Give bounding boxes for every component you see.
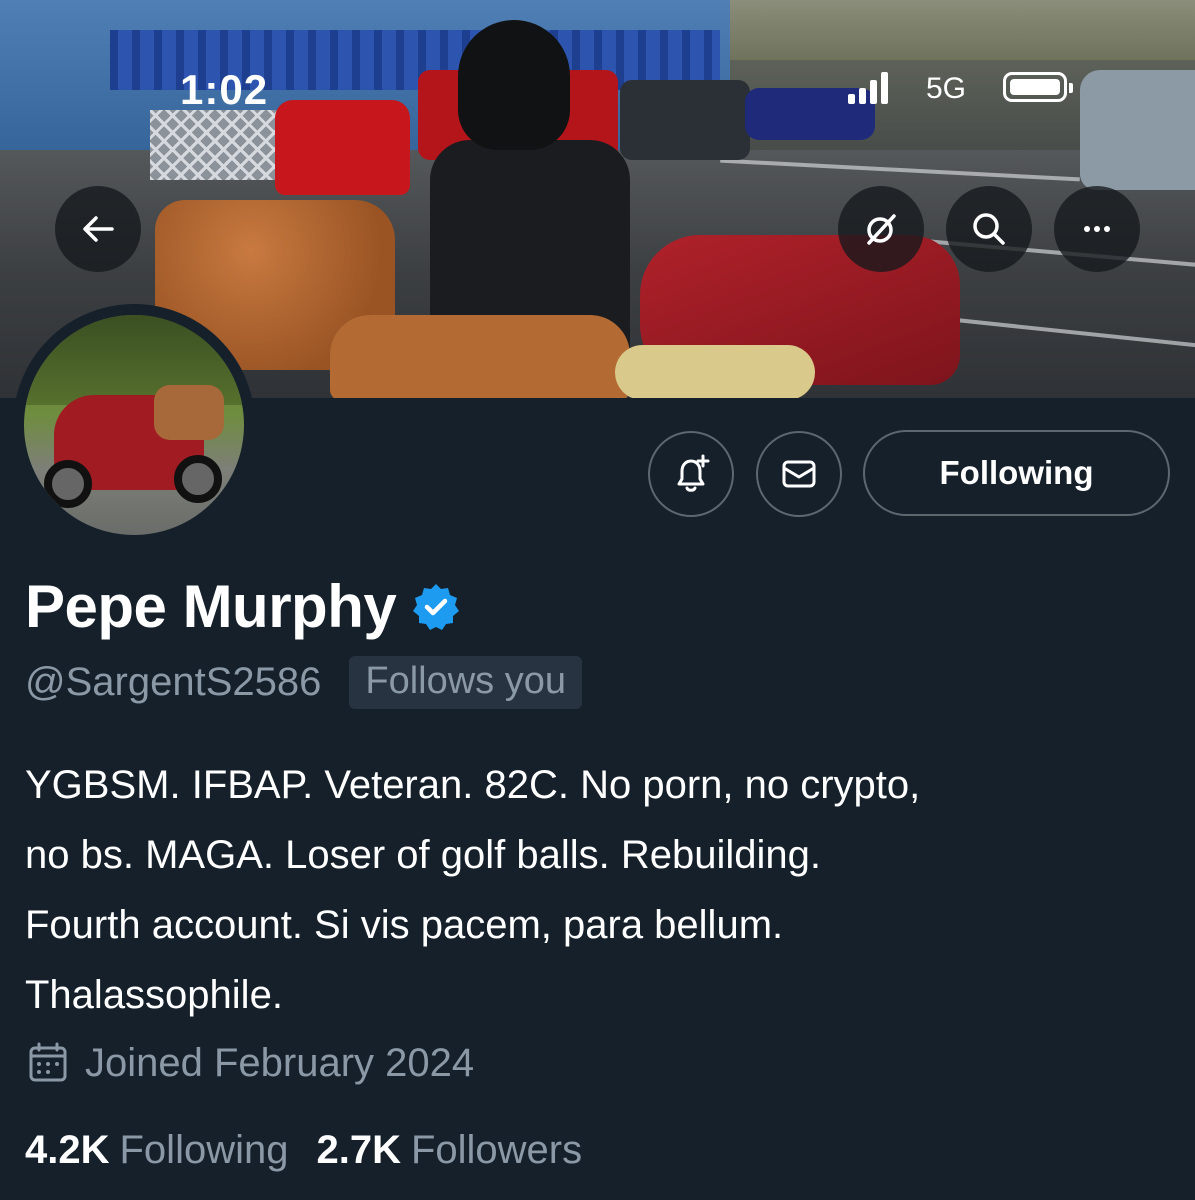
- network-label: 5G: [926, 72, 967, 105]
- follows-you-badge: Follows you: [349, 656, 583, 709]
- handle-row: @SargentS2586 Follows you: [25, 656, 583, 709]
- mail-icon: [782, 460, 816, 488]
- calendar-icon: [29, 1042, 67, 1082]
- followers-stat[interactable]: 2.7K Followers: [316, 1128, 582, 1173]
- banner-helmet: [458, 20, 570, 150]
- display-name: Pepe Murphy: [25, 573, 397, 640]
- name-row: Pepe Murphy: [25, 572, 462, 641]
- banner-sky: [700, 0, 1195, 60]
- bio-line: Fourth account. Si vis pacem, para bellu…: [25, 903, 784, 947]
- bell-plus-icon: [677, 454, 710, 492]
- joined-date: Joined February 2024: [85, 1040, 475, 1085]
- followers-count: 2.7K: [316, 1128, 401, 1172]
- bio-line: Thalassophile.: [25, 973, 283, 1017]
- grok-button[interactable]: [838, 186, 924, 272]
- joined-row: Joined February 2024: [25, 1040, 474, 1086]
- banner-fuel-tank: [615, 345, 815, 398]
- signal-icon: [848, 70, 888, 104]
- verified-badge-icon[interactable]: [410, 581, 462, 633]
- following-button[interactable]: Following: [863, 430, 1170, 516]
- notifications-button[interactable]: [648, 431, 734, 517]
- arrow-left-icon: [83, 216, 114, 242]
- more-horizontal-icon: [1084, 226, 1110, 232]
- status-time: 1:02: [180, 66, 269, 113]
- grok-icon: [867, 214, 896, 245]
- search-icon: [973, 213, 1005, 245]
- avatar-rear-wheel: [174, 455, 222, 503]
- more-button[interactable]: [1054, 186, 1140, 272]
- follow-stats: 4.2K Following 2.7K Followers: [25, 1128, 582, 1173]
- search-button[interactable]: [946, 186, 1032, 272]
- message-button[interactable]: [756, 431, 842, 517]
- avatar[interactable]: [24, 315, 244, 535]
- banner-lattice: [150, 110, 280, 180]
- battery-icon: [1003, 72, 1073, 102]
- avatar-front-wheel: [44, 460, 92, 508]
- following-stat[interactable]: 4.2K Following: [25, 1128, 288, 1173]
- following-label: Following: [119, 1128, 289, 1172]
- bio-line: YGBSM. IFBAP. Veteran. 82C. No porn, no …: [25, 763, 921, 807]
- profile-bio: YGBSM. IFBAP. Veteran. 82C. No porn, no …: [25, 750, 1175, 1030]
- avatar-motorcycle-trunk: [154, 385, 224, 440]
- banner-red-car: [275, 100, 410, 195]
- back-button[interactable]: [55, 186, 141, 272]
- banner-suv: [1080, 70, 1195, 190]
- following-count: 4.2K: [25, 1128, 110, 1172]
- user-handle: @SargentS2586: [25, 660, 322, 704]
- banner-seat: [330, 315, 630, 398]
- banner-dark-car: [620, 80, 750, 160]
- bio-line: no bs. MAGA. Loser of golf balls. Rebuil…: [25, 833, 821, 877]
- followers-label: Followers: [410, 1128, 583, 1172]
